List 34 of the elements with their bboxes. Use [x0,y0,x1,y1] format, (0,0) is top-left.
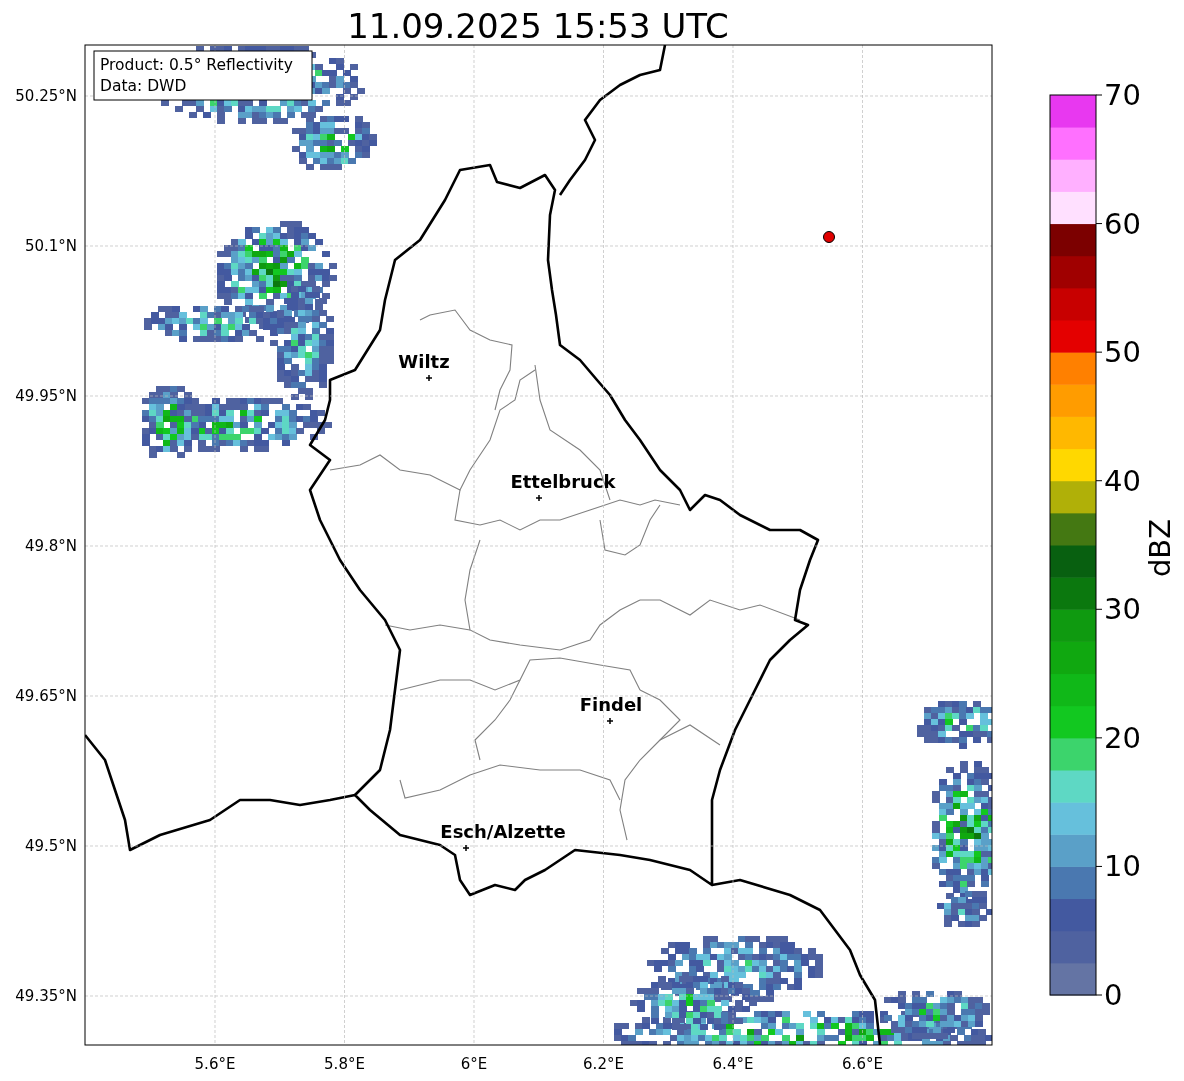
latitude-label: 49.8°N [24,537,77,555]
colorbar-tick-label: 10 [1104,849,1141,884]
colorbar-tick-label: 50 [1104,335,1141,370]
longitude-label: 6.4°E [712,1055,754,1073]
longitude-label: 6.2°E [583,1055,624,1073]
latitude-label: 49.35°N [15,987,77,1005]
longitude-label: 5.6°E [194,1055,236,1073]
colorbar-tick-label: 70 [1104,78,1141,112]
city-label: Ettelbruck [510,471,616,492]
latitude-label: 49.5°N [24,837,77,855]
latitude-label: 50.25°N [15,87,77,105]
colorbar-tick-label: 20 [1104,720,1141,755]
latitude-label: 50.1°N [24,237,77,255]
city-label: Findel [579,694,643,715]
longitude-label: 5.8°E [324,1055,365,1073]
city-marker-icon [606,717,614,725]
longitude-label: 6°E [460,1055,488,1073]
colorbar-title: dBZ [1143,518,1177,578]
colorbar-tick-label: 40 [1104,463,1141,498]
plot-title: 11.09.2025 15:53 UTC [347,6,729,46]
colorbar-tick-label: 60 [1104,206,1141,241]
city-label: Wiltz [398,351,450,372]
legend-text: Data: DWD [100,77,187,95]
location-dot-icon [823,231,835,243]
city-label: Esch/Alzette [440,821,566,842]
city-marker-icon [535,494,543,502]
colorbar-tick-label: 30 [1104,592,1141,627]
longitude-label: 6.6°E [842,1055,883,1073]
city-marker-icon [462,844,470,852]
colorbar-tick-label: 0 [1104,978,1123,1012]
legend-text: Product: 0.5° Reflectivity [100,56,293,74]
latitude-label: 49.95°N [15,387,77,405]
latitude-label: 49.65°N [15,687,77,705]
city-marker-icon [425,374,433,382]
